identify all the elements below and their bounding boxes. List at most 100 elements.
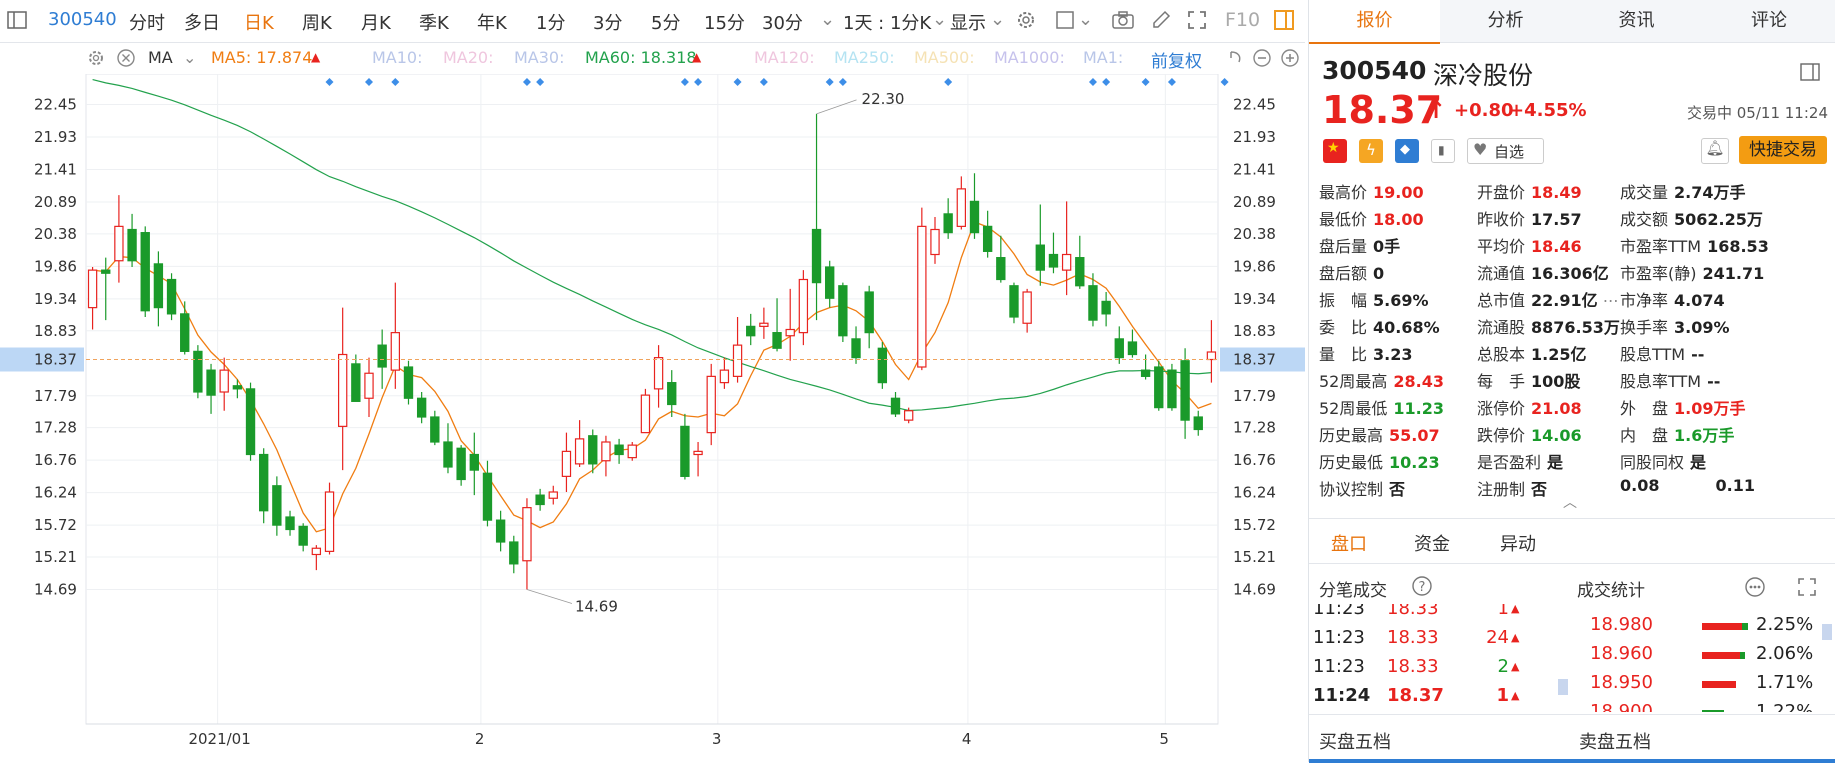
interval-select[interactable]: 1天 : 1分K xyxy=(843,9,931,35)
sidebar-toggle-icon[interactable] xyxy=(6,9,28,31)
candle-body xyxy=(180,313,190,352)
layout-square-icon[interactable] xyxy=(1054,9,1076,31)
stats-scrollbar[interactable] xyxy=(1822,624,1832,640)
period-tab-1min[interactable]: 1分 xyxy=(536,9,565,35)
quote-label: 总股本 xyxy=(1477,345,1526,364)
period-tab-month[interactable]: 月K xyxy=(361,9,391,35)
ma120-label: MA120: xyxy=(754,48,815,67)
chevron-down-icon[interactable]: ⌄ xyxy=(183,48,196,67)
quote-value: 100股 xyxy=(1531,372,1581,391)
draw-pencil-icon[interactable] xyxy=(1150,9,1172,31)
settings-gear-icon[interactable] xyxy=(1015,9,1037,31)
quote-value: 1.25亿 xyxy=(1531,345,1587,364)
stats-row: 18.950 1.71% xyxy=(1571,672,1835,698)
quote-value: 17.57 xyxy=(1531,210,1582,229)
quote-label: 开盘价 xyxy=(1477,183,1526,202)
ma-settings-icon[interactable] xyxy=(86,48,106,72)
bell-icon[interactable]: 🔔︎ xyxy=(1701,138,1729,164)
period-tab-quarter[interactable]: 季K xyxy=(419,9,449,35)
quick-trade-button[interactable]: 快捷交易 xyxy=(1739,136,1827,164)
bookmark-icon[interactable]: ▮ xyxy=(1431,139,1455,163)
last-price: 18.37 xyxy=(1322,88,1443,132)
period-tab-multiday[interactable]: 多日 xyxy=(184,9,220,35)
stats-list[interactable]: 18.980 2.25% 18.960 2.06% 18.950 1.71% 18.900 1… xyxy=(1571,604,1835,712)
help-icon[interactable]: ? xyxy=(1411,575,1433,601)
more-info-icon[interactable]: ⋯ xyxy=(1598,291,1619,310)
more-options-icon[interactable] xyxy=(1744,576,1766,602)
candle-body xyxy=(917,225,927,368)
tag-icon[interactable]: ◆ xyxy=(1395,139,1419,163)
tab-comments[interactable]: 评论 xyxy=(1702,0,1835,43)
y-tick-label-left: 20.89 xyxy=(34,193,77,211)
period-more-chevron-icon[interactable]: ⌄ xyxy=(820,9,835,30)
quote-item: 市盈率(静) 241.71 xyxy=(1620,260,1764,284)
stats-row: 18.980 2.25% xyxy=(1571,614,1835,640)
ticks-list[interactable]: 11:23 18.33 1 ▲ 11:23 18.33 24 ▲ 11:23 18.33 2 ▲ 11:… xyxy=(1309,604,1569,712)
plot-area xyxy=(85,74,1219,725)
ma-indicator-select[interactable]: MA xyxy=(148,48,173,67)
china-flag-icon[interactable]: ★ xyxy=(1323,139,1347,163)
period-tab-year[interactable]: 年K xyxy=(477,9,507,35)
zoom-in-icon[interactable] xyxy=(1280,48,1300,72)
quote-item: 同股同权是 xyxy=(1620,449,1706,473)
camera-icon[interactable] xyxy=(1111,9,1134,31)
tab-analysis[interactable]: 分析 xyxy=(1440,0,1571,43)
candle-body xyxy=(127,228,137,262)
panel-layout-icon[interactable] xyxy=(1799,62,1821,86)
display-select[interactable]: 显示 xyxy=(950,9,986,35)
tick-volume: 1 xyxy=(1496,685,1509,706)
quote-item: 成交量 2.74万手 xyxy=(1620,179,1746,203)
buy-depth-label[interactable]: 买盘五档 xyxy=(1319,728,1391,754)
lightning-icon[interactable]: ϟ xyxy=(1359,139,1383,163)
adjust-select[interactable]: 前复权 xyxy=(1151,47,1202,72)
y-tick-label-right: 20.38 xyxy=(1233,225,1276,243)
tab-quote[interactable]: 报价 xyxy=(1309,0,1440,44)
chevron-down-icon[interactable]: ⌄ xyxy=(1078,9,1093,30)
f10-button[interactable]: F10 xyxy=(1225,9,1260,31)
tab-movement[interactable]: 异动 xyxy=(1500,530,1536,556)
chevron-down-icon[interactable]: ⌄ xyxy=(990,9,1005,30)
quote-value: 8876.53万 xyxy=(1531,318,1620,337)
ma60-value: MA60: 18.318 xyxy=(585,48,697,67)
ma-close-icon[interactable] xyxy=(116,48,136,72)
x-tick-label: 5 xyxy=(1159,730,1169,748)
candle-body xyxy=(245,388,256,456)
collapse-chevron-icon[interactable]: ︿ xyxy=(1563,492,1577,512)
undo-icon[interactable] xyxy=(1225,48,1245,72)
candle-body xyxy=(851,338,861,359)
candle-body xyxy=(206,369,216,396)
quote-value: 21.08 xyxy=(1531,399,1582,418)
y-tick-label-left: 19.86 xyxy=(34,257,77,275)
panel-toggle-icon[interactable] xyxy=(1273,9,1295,31)
ticks-scrollbar[interactable] xyxy=(1558,679,1568,695)
quote-item: 成交额 5062.25万 xyxy=(1620,206,1763,230)
candle-body xyxy=(153,263,164,309)
period-tab-5min[interactable]: 5分 xyxy=(651,9,680,35)
period-tab-week[interactable]: 周K xyxy=(302,9,332,35)
expand-grid-icon[interactable] xyxy=(1796,576,1818,602)
period-tab-15min[interactable]: 15分 xyxy=(704,9,745,35)
stock-name: 深冷股份 xyxy=(1433,61,1534,90)
y-tick-label-left: 21.93 xyxy=(34,128,77,146)
candle-body xyxy=(1193,416,1203,431)
tab-funds[interactable]: 资金 xyxy=(1414,530,1450,556)
quote-item: 流通股 8876.53万 xyxy=(1477,314,1620,338)
zoom-out-icon[interactable] xyxy=(1252,48,1272,72)
candlestick-chart[interactable]: 22.45 22.45 21.93 21.93 21.41 21.41 20.89 20.89… xyxy=(0,74,1305,762)
period-tab-3min[interactable]: 3分 xyxy=(593,9,622,35)
fullscreen-icon[interactable] xyxy=(1186,9,1208,31)
chevron-down-icon[interactable]: ⌄ xyxy=(932,9,947,30)
period-tab-30min[interactable]: 30分 xyxy=(762,9,803,35)
candle-body xyxy=(1127,341,1138,356)
period-tab-fenshi[interactable]: 分时 xyxy=(129,9,165,35)
add-watchlist-button[interactable]: ♥ 自选 xyxy=(1467,138,1544,164)
quote-label: 流通股 xyxy=(1477,318,1526,337)
period-tab-day[interactable]: 日K xyxy=(244,9,274,35)
depth-bar: 买盘五档 卖盘五档 xyxy=(1309,714,1835,763)
candle-body xyxy=(351,363,361,402)
tab-news[interactable]: 资讯 xyxy=(1571,0,1702,43)
quote-item: 协议控制否 xyxy=(1319,476,1405,500)
tab-orderbook[interactable]: 盘口 xyxy=(1331,530,1367,556)
sell-depth-label[interactable]: 卖盘五档 xyxy=(1579,728,1651,754)
stock-code-tab[interactable]: 300540 xyxy=(48,9,117,30)
